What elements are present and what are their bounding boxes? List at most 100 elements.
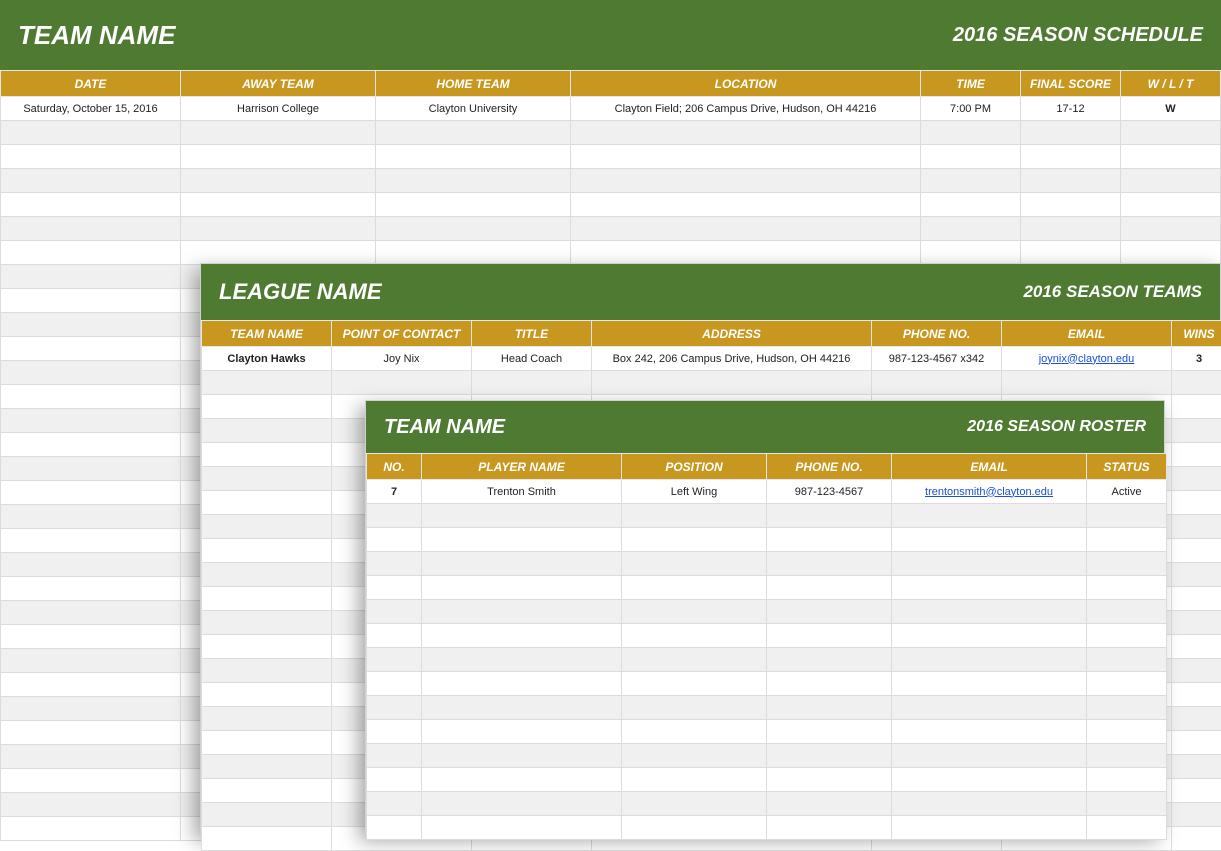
- cell[interactable]: [622, 816, 767, 840]
- cell[interactable]: [376, 193, 571, 217]
- table-row[interactable]: [367, 576, 1167, 600]
- cell[interactable]: [367, 528, 422, 552]
- cell[interactable]: [1021, 217, 1121, 241]
- cell[interactable]: [1087, 504, 1167, 528]
- cell[interactable]: [767, 696, 892, 720]
- cell[interactable]: [1, 361, 181, 385]
- cell-position[interactable]: Left Wing: [622, 480, 767, 504]
- cell[interactable]: [376, 169, 571, 193]
- cell[interactable]: [1087, 648, 1167, 672]
- cell[interactable]: [422, 744, 622, 768]
- cell[interactable]: [422, 792, 622, 816]
- cell[interactable]: [1121, 217, 1221, 241]
- cell[interactable]: [1172, 587, 1221, 611]
- col-wins[interactable]: WINS: [1172, 321, 1221, 347]
- cell[interactable]: [1021, 193, 1121, 217]
- table-row[interactable]: [1, 217, 1221, 241]
- cell[interactable]: [422, 720, 622, 744]
- cell[interactable]: [422, 624, 622, 648]
- col-phone[interactable]: PHONE NO.: [767, 454, 892, 480]
- cell-email[interactable]: joynix@clayton.edu: [1002, 347, 1172, 371]
- cell[interactable]: [202, 467, 332, 491]
- cell[interactable]: [622, 696, 767, 720]
- cell[interactable]: [571, 169, 921, 193]
- cell[interactable]: [1172, 491, 1221, 515]
- cell[interactable]: [202, 419, 332, 443]
- cell[interactable]: [622, 576, 767, 600]
- cell-poc[interactable]: Joy Nix: [332, 347, 472, 371]
- cell[interactable]: [892, 624, 1087, 648]
- cell[interactable]: [622, 768, 767, 792]
- cell[interactable]: [367, 648, 422, 672]
- cell[interactable]: [622, 792, 767, 816]
- cell[interactable]: [1, 457, 181, 481]
- table-row[interactable]: [367, 600, 1167, 624]
- cell[interactable]: [1, 769, 181, 793]
- table-row[interactable]: [367, 720, 1167, 744]
- cell-team[interactable]: Clayton Hawks: [202, 347, 332, 371]
- cell[interactable]: [422, 768, 622, 792]
- cell[interactable]: [921, 169, 1021, 193]
- cell[interactable]: [1, 121, 181, 145]
- cell[interactable]: [1087, 576, 1167, 600]
- col-date[interactable]: DATE: [1, 71, 181, 97]
- cell[interactable]: [892, 576, 1087, 600]
- col-score[interactable]: FINAL SCORE: [1021, 71, 1121, 97]
- cell[interactable]: [622, 504, 767, 528]
- cell[interactable]: [892, 768, 1087, 792]
- table-row[interactable]: [367, 504, 1167, 528]
- table-row[interactable]: 7Trenton SmithLeft Wing987-123-4567trent…: [367, 480, 1167, 504]
- cell[interactable]: [202, 563, 332, 587]
- cell[interactable]: [571, 217, 921, 241]
- cell[interactable]: [1, 385, 181, 409]
- cell[interactable]: [767, 600, 892, 624]
- cell[interactable]: [1172, 539, 1221, 563]
- cell[interactable]: [1172, 683, 1221, 707]
- cell[interactable]: [1, 265, 181, 289]
- cell[interactable]: [202, 539, 332, 563]
- cell-title[interactable]: Head Coach: [472, 347, 592, 371]
- cell[interactable]: [767, 672, 892, 696]
- cell[interactable]: [892, 696, 1087, 720]
- cell[interactable]: [1172, 731, 1221, 755]
- cell[interactable]: [181, 121, 376, 145]
- cell[interactable]: [1, 745, 181, 769]
- cell[interactable]: [376, 241, 571, 265]
- cell[interactable]: [422, 600, 622, 624]
- cell[interactable]: [1172, 659, 1221, 683]
- cell[interactable]: [367, 552, 422, 576]
- cell[interactable]: [1, 793, 181, 817]
- cell[interactable]: [1021, 241, 1121, 265]
- cell-no[interactable]: 7: [367, 480, 422, 504]
- cell[interactable]: [892, 528, 1087, 552]
- cell[interactable]: [767, 528, 892, 552]
- col-status[interactable]: STATUS: [1087, 454, 1167, 480]
- cell[interactable]: [367, 576, 422, 600]
- cell[interactable]: [202, 611, 332, 635]
- cell[interactable]: [367, 744, 422, 768]
- cell[interactable]: [767, 744, 892, 768]
- cell-score[interactable]: 17-12: [1021, 97, 1121, 121]
- cell[interactable]: [1087, 672, 1167, 696]
- cell[interactable]: [1172, 419, 1221, 443]
- cell[interactable]: [367, 672, 422, 696]
- table-row[interactable]: Clayton HawksJoy NixHead CoachBox 242, 2…: [202, 347, 1221, 371]
- cell[interactable]: [1, 217, 181, 241]
- cell-wins[interactable]: 3: [1172, 347, 1221, 371]
- cell[interactable]: [367, 792, 422, 816]
- cell[interactable]: [892, 552, 1087, 576]
- cell[interactable]: [376, 145, 571, 169]
- cell[interactable]: [1172, 515, 1221, 539]
- cell[interactable]: [1, 193, 181, 217]
- cell[interactable]: [422, 552, 622, 576]
- cell[interactable]: [1, 577, 181, 601]
- cell[interactable]: [202, 587, 332, 611]
- cell[interactable]: [367, 624, 422, 648]
- cell[interactable]: [1121, 169, 1221, 193]
- cell-date[interactable]: Saturday, October 15, 2016: [1, 97, 181, 121]
- cell[interactable]: [592, 371, 872, 395]
- cell[interactable]: [1, 601, 181, 625]
- table-row[interactable]: [1, 169, 1221, 193]
- cell[interactable]: [1087, 720, 1167, 744]
- cell[interactable]: [571, 145, 921, 169]
